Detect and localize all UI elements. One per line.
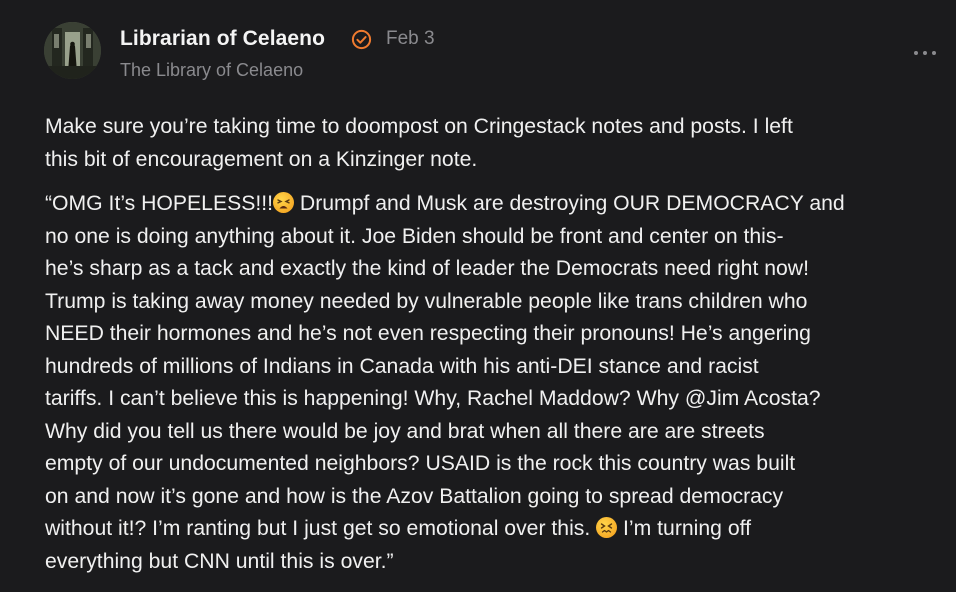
body-line: tariffs. I can’t believe this is happeni… xyxy=(45,387,821,410)
author-avatar[interactable] xyxy=(44,22,101,79)
author-name[interactable]: Librarian of Celaeno xyxy=(120,27,325,51)
body-line: Trump is taking away money needed by vul… xyxy=(45,289,808,313)
body-line: without it!? I’m ranting but I just get … xyxy=(45,513,945,546)
more-dot xyxy=(914,51,918,55)
body-line: NEED their hormones and he’s not even re… xyxy=(45,322,811,345)
publication-name[interactable]: The Library of Celaeno xyxy=(120,60,303,81)
more-horizontal-icon[interactable] xyxy=(914,46,936,60)
verified-check-icon xyxy=(351,29,372,50)
body-text-segment: “OMG It’s HOPELESS!!! xyxy=(45,192,274,215)
body-line: no one is doing anything about it. Joe B… xyxy=(45,224,784,248)
body-line: “OMG It’s HOPELESS!!! Drumpf and Musk ar… xyxy=(45,188,945,221)
body-paragraph: Make sure you’re taking time to doompost… xyxy=(45,111,945,176)
tired-face-emoji xyxy=(273,192,295,213)
body-text-segment: Drumpf and Musk are destroying OUR DEMOC… xyxy=(294,192,845,215)
more-dot xyxy=(932,51,936,55)
note-body: Make sure you’re taking time to doompost… xyxy=(45,111,945,590)
body-text-segment: without it!? I’m ranting but I just get … xyxy=(45,517,597,540)
body-line: Why did you tell us there would be joy a… xyxy=(45,419,765,443)
body-line: hundreds of millions of Indians in Canad… xyxy=(45,354,759,378)
body-line: everything but CNN until this is over.” xyxy=(45,549,394,573)
body-line: this bit of encouragement on a Kinzinger… xyxy=(45,147,478,171)
note-card: Librarian of Celaeno Feb 3 The Library o… xyxy=(0,0,956,592)
post-date[interactable]: Feb 3 xyxy=(386,28,435,50)
quoted-paragraph: “OMG It’s HOPELESS!!! Drumpf and Musk ar… xyxy=(45,188,945,578)
avatar-image xyxy=(44,22,101,79)
more-dot xyxy=(923,51,927,55)
body-line: he’s sharp as a tack and exactly the kin… xyxy=(45,257,809,280)
body-text-segment: I’m turning off xyxy=(617,517,752,540)
confounded-face-emoji xyxy=(596,517,618,538)
body-line: on and now it’s gone and how is the Azov… xyxy=(45,484,784,508)
body-line: empty of our undocumented neighbors? USA… xyxy=(45,452,796,475)
body-line: Make sure you’re taking time to doompost… xyxy=(45,115,793,138)
